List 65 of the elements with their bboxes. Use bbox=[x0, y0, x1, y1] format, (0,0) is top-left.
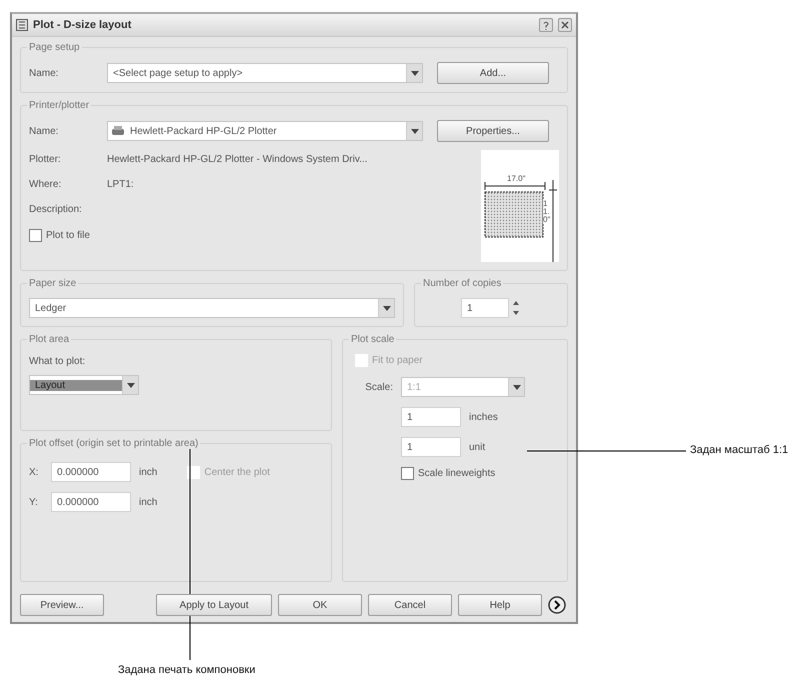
checkbox-label: Scale lineweights bbox=[418, 468, 496, 479]
checkbox[interactable] bbox=[29, 229, 42, 242]
offset-field[interactable]: 0.000000 bbox=[51, 492, 131, 512]
field-label: Scale: bbox=[364, 382, 393, 392]
group-title: Plot scale bbox=[349, 334, 396, 345]
group-title: Plot area bbox=[27, 334, 72, 345]
unit-label: inch bbox=[139, 466, 158, 478]
field-value: LPT1: bbox=[107, 179, 135, 190]
checkbox-label: Center the plot bbox=[204, 467, 270, 478]
scale-field[interactable]: 1 bbox=[401, 437, 461, 457]
callout-text: Задан масштаб 1:1 bbox=[690, 444, 788, 456]
field-label: Plotter: bbox=[29, 154, 62, 165]
field-label: Description: bbox=[29, 204, 83, 215]
field-label: Name: bbox=[29, 126, 60, 136]
field-label: X: bbox=[29, 466, 40, 478]
dropdown-button[interactable] bbox=[122, 376, 138, 394]
dropdown-button[interactable] bbox=[406, 64, 422, 82]
dropdown-button[interactable] bbox=[378, 299, 394, 317]
dropdown-arrow-icon bbox=[126, 382, 134, 388]
group-title: Paper size bbox=[27, 278, 78, 289]
width-label: 17.0" bbox=[505, 174, 528, 183]
dropdown-arrow-icon bbox=[382, 306, 390, 310]
printer-icon bbox=[111, 125, 125, 137]
group-title: Page setup bbox=[27, 42, 82, 53]
checkbox-label: Plot to file bbox=[46, 230, 90, 241]
field-label: Where: bbox=[29, 179, 62, 190]
dropdown[interactable]: Hewlett-Packard HP-GL/2 Plotter bbox=[107, 121, 423, 141]
unit-label: unit bbox=[469, 442, 486, 452]
checkbox[interactable] bbox=[401, 467, 414, 480]
question-icon bbox=[543, 20, 549, 30]
checkbox-label: Fit to paper bbox=[372, 355, 423, 366]
field-value: Hewlett-Packard HP-GL/2 Plotter - Windows System Driv... bbox=[107, 154, 368, 165]
dropdown-button[interactable] bbox=[406, 122, 422, 140]
unit-label: inch bbox=[139, 496, 158, 508]
dialog-button[interactable]: OK bbox=[278, 594, 362, 616]
add-button[interactable]: Add... bbox=[437, 62, 549, 84]
expand-icon[interactable] bbox=[548, 596, 566, 614]
window-title: Plot - D-size layout bbox=[33, 19, 132, 31]
group-title: Number of copies bbox=[421, 278, 504, 289]
group-title: Printer/plotter bbox=[27, 100, 92, 111]
height-label: 11.0" bbox=[543, 200, 551, 224]
properties-button[interactable]: Properties... bbox=[437, 120, 549, 142]
dropdown[interactable]: <Select page setup to apply> bbox=[107, 63, 423, 83]
field-label: Name: bbox=[29, 68, 60, 78]
group-title: Plot offset (origin set to printable area) bbox=[27, 438, 200, 449]
dropdown-arrow-icon bbox=[410, 128, 418, 134]
dialog-button[interactable]: Preview... bbox=[20, 594, 104, 616]
dialog-button[interactable]: Cancel bbox=[368, 594, 452, 616]
dropdown[interactable]: Ledger bbox=[29, 298, 395, 318]
field-label: Y: bbox=[29, 496, 39, 508]
dropdown-arrow-icon bbox=[410, 70, 418, 76]
close-icon bbox=[561, 21, 569, 29]
dropdown-arrow-icon bbox=[512, 384, 520, 390]
offset-field[interactable]: 0.000000 bbox=[51, 462, 131, 482]
scale-field[interactable]: 1 bbox=[401, 407, 461, 427]
dialog-button[interactable]: Apply to Layout bbox=[156, 594, 272, 616]
unit-label: inches bbox=[469, 412, 498, 422]
help-button[interactable] bbox=[539, 18, 553, 32]
plot-icon bbox=[16, 19, 28, 31]
close-button[interactable] bbox=[558, 18, 572, 32]
field-label: What to plot: bbox=[29, 356, 86, 367]
callout-text: Задана печать компоновки bbox=[118, 664, 256, 676]
dialog-button[interactable]: Help bbox=[458, 594, 542, 616]
copies-field[interactable]: 1 bbox=[461, 298, 509, 318]
dropdown[interactable]: Layout bbox=[29, 375, 139, 395]
